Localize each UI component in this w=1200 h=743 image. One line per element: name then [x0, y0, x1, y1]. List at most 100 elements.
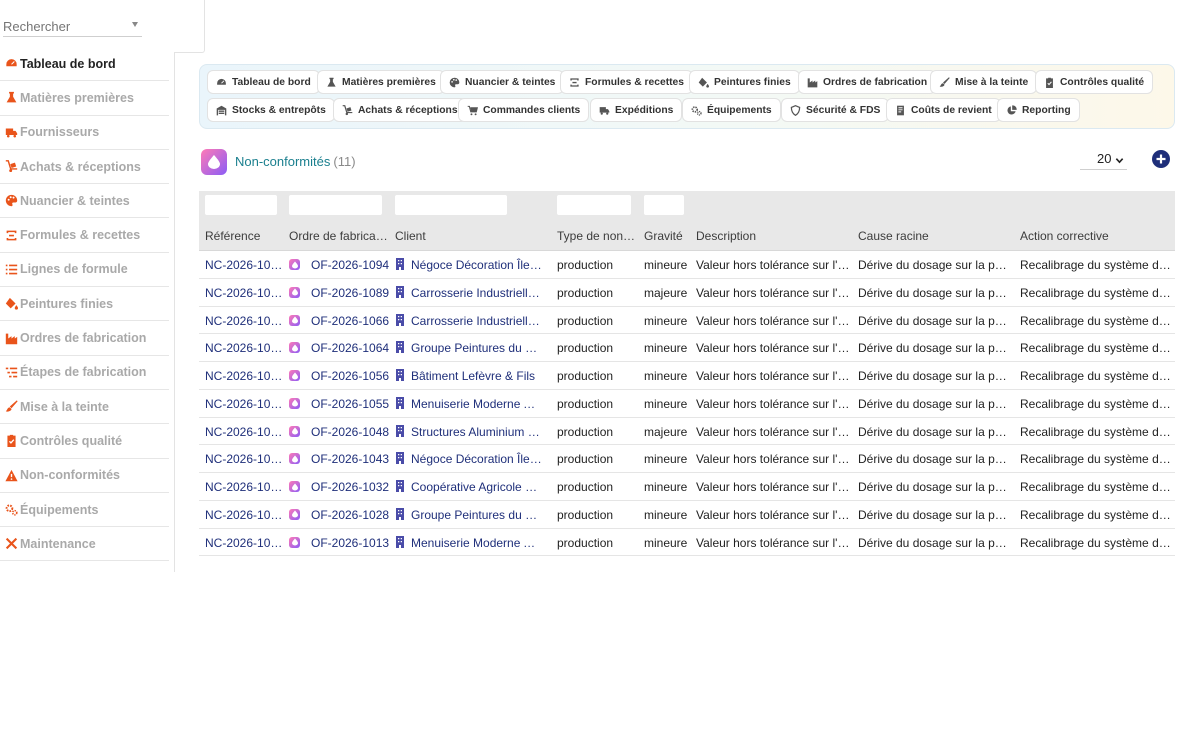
column-header[interactable]: Client — [395, 229, 426, 243]
sidebar-item-list[interactable]: Lignes de formule — [0, 253, 169, 288]
column-header[interactable]: Description — [696, 229, 756, 243]
module-gears-button[interactable]: Équipements — [682, 98, 781, 122]
order-link[interactable]: OF-2026-1066 — [311, 314, 389, 328]
module-chart-pie-button[interactable]: Reporting — [997, 98, 1080, 122]
table-row[interactable]: NC-2026-1043 OF-2026-1043 Négoce Décoratio… — [199, 445, 1175, 473]
table-row[interactable]: NC-2026-1094 OF-2026-1094 Négoce Décoratio… — [199, 251, 1175, 279]
sidebar-item-dashboard[interactable]: Tableau de bord — [0, 47, 169, 82]
type-cell: production — [557, 313, 614, 328]
description-cell: Valeur hors tolérance sur l'essai — [696, 258, 851, 272]
client-link[interactable]: Négoce Décoration Île-de-France — [411, 258, 542, 272]
order-link[interactable]: OF-2026-1028 — [311, 508, 389, 522]
client-link[interactable]: Carrosserie Industrielle Martin — [411, 314, 542, 328]
client-link[interactable]: Groupe Peintures du Nord — [411, 341, 542, 355]
sidebar-item-warning[interactable]: Non-conformités — [0, 459, 169, 493]
reference-link[interactable]: NC-2026-1055 — [205, 397, 283, 411]
order-link[interactable]: OF-2026-1032 — [311, 480, 389, 494]
reference-link[interactable]: NC-2026-1066 — [205, 314, 283, 328]
reference-link[interactable]: NC-2026-1048 — [205, 425, 283, 439]
client-link[interactable]: Carrosserie Industrielle Martin — [411, 286, 542, 300]
type-cell: production — [557, 507, 614, 522]
order-link[interactable]: OF-2026-1055 — [311, 397, 389, 411]
paint-bucket-icon — [697, 76, 709, 88]
sidebar-item-clipboard-check[interactable]: Contrôles qualité — [0, 424, 169, 459]
table-row[interactable]: NC-2026-1056 OF-2026-1056 Bâtiment Lefèvre… — [199, 362, 1175, 390]
module-palette-button[interactable]: Nuancier & teintes — [440, 70, 565, 94]
sidebar-item-brush[interactable]: Mise à la teinte — [0, 390, 169, 425]
order-link[interactable]: OF-2026-1048 — [311, 425, 389, 439]
module-clipboard-check-button[interactable]: Contrôles qualité — [1035, 70, 1154, 94]
order-link[interactable]: OF-2026-1089 — [311, 286, 389, 300]
sidebar-item-steps[interactable]: Étapes de fabrication — [0, 356, 169, 390]
module-cart-button[interactable]: Commandes clients — [458, 98, 590, 122]
table-row[interactable]: NC-2026-1089 OF-2026-1089 Carrosserie Indu… — [199, 279, 1175, 307]
reference-link[interactable]: NC-2026-1013 — [205, 536, 283, 550]
table-row[interactable]: NC-2026-1064 OF-2026-1064 Groupe Peintures… — [199, 334, 1175, 362]
table-row[interactable]: NC-2026-1066 OF-2026-1066 Carrosserie Indu… — [199, 307, 1175, 335]
module-paint-bucket-button[interactable]: Peintures finies — [689, 70, 800, 94]
chevron-down-icon[interactable] — [132, 22, 138, 27]
sidebar-item-truck[interactable]: Fournisseurs — [0, 116, 169, 150]
sidebar-item-tools[interactable]: Maintenance — [0, 527, 169, 562]
module-dolly-button[interactable]: Achats & réceptions — [333, 98, 467, 122]
sidebar-item-gears[interactable]: Équipements — [0, 493, 169, 528]
client-link[interactable]: Coopérative Agricole Berry — [411, 480, 542, 494]
column-filter-input[interactable] — [205, 195, 277, 215]
client-link[interactable]: Menuiserie Moderne Alsace — [411, 397, 542, 411]
reference-link[interactable]: NC-2026-1032 — [205, 480, 283, 494]
module-dashboard-button[interactable]: Tableau de bord — [207, 70, 320, 94]
reference-link[interactable]: NC-2026-1028 — [205, 508, 283, 522]
module-shield-button[interactable]: Sécurité & FDS — [781, 98, 890, 122]
client-link[interactable]: Bâtiment Lefèvre & Fils — [411, 369, 535, 383]
sidebar-item-palette[interactable]: Nuancier & teintes — [0, 184, 169, 219]
reference-link[interactable]: NC-2026-1089 — [205, 286, 283, 300]
column-filter-input[interactable] — [289, 195, 382, 215]
steps-icon — [4, 365, 18, 379]
column-header[interactable]: Ordre de fabrica… — [289, 229, 388, 243]
order-link[interactable]: OF-2026-1064 — [311, 341, 389, 355]
column-header[interactable]: Référence — [205, 229, 260, 243]
reference-link[interactable]: NC-2026-1094 — [205, 258, 283, 272]
client-link[interactable]: Négoce Décoration Île-de-France — [411, 452, 542, 466]
module-receipt-button[interactable]: Coûts de revient — [886, 98, 1001, 122]
column-header[interactable]: Gravité — [644, 229, 683, 243]
add-button[interactable] — [1152, 150, 1170, 168]
reference-link[interactable]: NC-2026-1043 — [205, 452, 283, 466]
table-row[interactable]: NC-2026-1055 OF-2026-1055 Menuiserie Moder… — [199, 390, 1175, 418]
module-warehouse-button[interactable]: Stocks & entrepôts — [207, 98, 335, 122]
sidebar-item-flask[interactable]: Matières premières — [0, 81, 169, 116]
reference-link[interactable]: NC-2026-1056 — [205, 369, 283, 383]
sidebar-item-dolly[interactable]: Achats & réceptions — [0, 150, 169, 185]
column-header[interactable]: Cause racine — [858, 229, 929, 243]
table-row[interactable]: NC-2026-1013 OF-2026-1013 Menuiserie Moder… — [199, 529, 1175, 557]
column-header[interactable]: Type de non… — [557, 229, 635, 243]
sidebar-item-paint-bucket[interactable]: Peintures finies — [0, 287, 169, 322]
sidebar-item-formula[interactable]: Formules & recettes — [0, 218, 169, 253]
order-link[interactable]: OF-2026-1056 — [311, 369, 389, 383]
module-flask-button[interactable]: Matières premières — [317, 70, 445, 94]
column-filter-input[interactable] — [557, 195, 631, 215]
table-row[interactable]: NC-2026-1048 OF-2026-1048 Structures Alumi… — [199, 418, 1175, 446]
search-input[interactable] — [3, 15, 123, 34]
table-row[interactable]: NC-2026-1028 OF-2026-1028 Groupe Peintures… — [199, 501, 1175, 529]
sidebar-toggle-tab[interactable] — [174, 0, 205, 53]
table-row[interactable]: NC-2026-1032 OF-2026-1032 Coopérative Agri… — [199, 473, 1175, 501]
order-link[interactable]: OF-2026-1013 — [311, 536, 389, 550]
page-size-value: 20 — [1097, 151, 1112, 166]
client-link[interactable]: Groupe Peintures du Nord — [411, 508, 542, 522]
search-select[interactable] — [3, 15, 142, 37]
sidebar-item-factory[interactable]: Ordres de fabrication — [0, 321, 169, 356]
page-size-select[interactable]: 20 — [1080, 149, 1127, 170]
module-factory-button[interactable]: Ordres de fabrication — [798, 70, 937, 94]
column-filter-input[interactable] — [644, 195, 684, 215]
module-shipping-button[interactable]: Expéditions — [590, 98, 683, 122]
module-formula-button[interactable]: Formules & recettes — [560, 70, 694, 94]
order-link[interactable]: OF-2026-1043 — [311, 452, 389, 466]
reference-link[interactable]: NC-2026-1064 — [205, 341, 283, 355]
client-link[interactable]: Structures Aluminium Vosges — [411, 425, 542, 439]
column-header[interactable]: Action corrective — [1020, 229, 1109, 243]
order-link[interactable]: OF-2026-1094 — [311, 258, 389, 272]
column-filter-input[interactable] — [395, 195, 507, 215]
client-link[interactable]: Menuiserie Moderne Alsace — [411, 536, 542, 550]
module-brush-button[interactable]: Mise à la teinte — [930, 70, 1038, 94]
